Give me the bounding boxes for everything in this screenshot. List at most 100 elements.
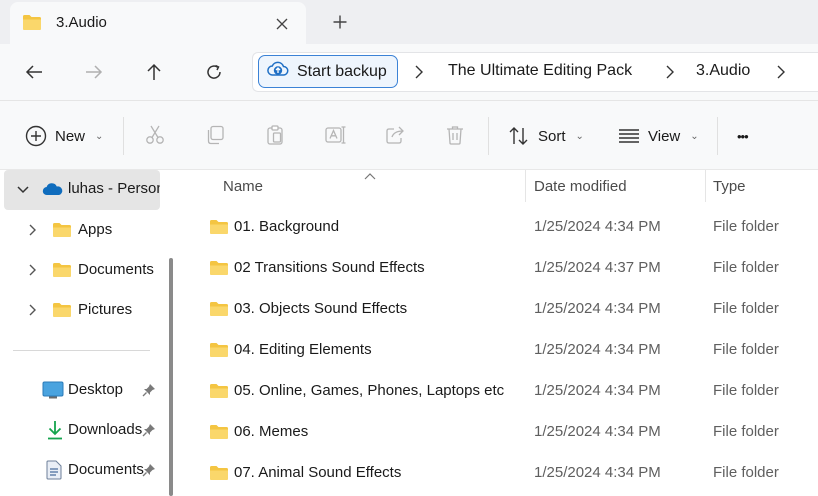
file-type: File folder [713,218,779,235]
file-date: 1/25/2024 4:34 PM [534,382,661,399]
tab-bar: 3.Audio [0,0,818,44]
chevron-right-icon[interactable] [26,303,40,317]
pin-icon[interactable] [142,423,156,441]
sidebar-item-label: Documents [78,261,154,278]
column-divider[interactable] [525,170,526,202]
sidebar-item-onedrive[interactable]: luhas - Personal [4,170,160,210]
file-row[interactable]: 05. Online, Games, Phones, Laptops etc 1/… [182,372,818,413]
file-date: 1/25/2024 4:34 PM [534,464,661,481]
sidebar-divider [13,350,150,351]
file-type: File folder [713,341,779,358]
address-bar[interactable]: Start backup The Ultimate Editing Pack 3… [252,52,818,92]
file-type: File folder [713,382,779,399]
chevron-down-icon: ⌄ [95,130,104,142]
folder-icon [52,302,72,322]
sidebar-item-desktop[interactable]: Desktop [4,370,160,410]
plus-circle-icon [25,125,47,147]
refresh-icon[interactable] [198,56,230,88]
file-type: File folder [713,300,779,317]
chevron-right-icon[interactable] [415,65,423,83]
sort-label: Sort [538,127,566,145]
sidebar-item-label: Pictures [78,301,133,318]
chevron-down-icon: ⌄ [690,130,699,142]
toolbar-divider [123,117,124,155]
new-button[interactable]: New ⌄ [25,121,103,151]
chevron-right-icon[interactable] [666,65,674,83]
breadcrumb-item[interactable]: The Ultimate Editing Pack [448,62,632,80]
file-date: 1/25/2024 4:34 PM [534,341,661,358]
tab-3-audio[interactable]: 3.Audio [10,2,306,44]
folder-icon [52,222,72,242]
sort-button[interactable]: Sort ⌄ [508,121,584,151]
file-row[interactable]: 02 Transitions Sound Effects 1/25/2024 4:… [182,249,818,290]
folder-icon [209,465,229,485]
cloud-upload-icon [267,60,289,83]
sidebar-item-apps[interactable]: Apps [4,210,160,250]
navigation-pane: luhas - Personal Apps Documents Pictures [0,170,180,496]
folder-icon [209,260,229,280]
toolbar-divider [488,117,489,155]
new-label: New [55,127,86,145]
start-backup-button[interactable]: Start backup [258,55,398,88]
document-icon [46,460,62,484]
chevron-right-icon[interactable] [26,263,40,277]
forward-arrow-icon[interactable] [78,56,110,88]
column-header-date[interactable]: Date modified [534,178,627,195]
file-row[interactable]: 04. Editing Elements 1/25/2024 4:34 PM Fil… [182,331,818,372]
share-icon[interactable] [383,123,407,147]
file-row[interactable]: 07. Animal Sound Effects 1/25/2024 4:34 P… [182,454,818,495]
breadcrumb-item[interactable]: 3.Audio [696,62,750,80]
pin-icon[interactable] [142,463,156,481]
sidebar-item-label: luhas - Personal [68,180,160,197]
chevron-right-icon[interactable] [26,223,40,237]
more-options-icon[interactable]: ••• [737,121,749,151]
back-arrow-icon[interactable] [18,56,50,88]
toolbar-divider [717,117,718,155]
command-bar: New ⌄ Sort ⌄ View ⌄ ••• [0,101,818,169]
tab-title: 3.Audio [56,14,107,31]
chevron-down-icon[interactable] [16,183,30,197]
view-label: View [648,127,681,145]
column-header-type[interactable]: Type [713,178,746,195]
file-name: 03. Objects Sound Effects [234,300,408,317]
sort-icon [509,127,528,145]
file-list: Name Date modified Type 01. Background 1/… [182,170,818,496]
folder-icon [209,424,229,444]
sidebar-item-documents[interactable]: Documents [4,250,160,290]
chevron-right-icon[interactable] [777,65,785,83]
view-button[interactable]: View ⌄ [618,121,699,151]
pin-icon[interactable] [142,383,156,401]
file-type: File folder [713,259,779,276]
column-header-name[interactable]: Name [223,178,263,195]
sidebar-item-pictures[interactable]: Pictures [4,290,160,330]
cut-icon[interactable] [143,123,167,147]
file-type: File folder [713,423,779,440]
file-row[interactable]: 01. Background 1/25/2024 4:34 PM File fold… [182,208,818,249]
address-row: Start backup The Ultimate Editing Pack 3… [0,44,818,100]
sidebar-scrollbar[interactable] [169,258,173,496]
copy-icon[interactable] [203,123,227,147]
up-arrow-icon[interactable] [138,56,170,88]
file-date: 1/25/2024 4:37 PM [534,259,661,276]
file-date: 1/25/2024 4:34 PM [534,300,661,317]
sidebar-item-documents-quick[interactable]: Documents [4,450,160,490]
file-row[interactable]: 06. Memes 1/25/2024 4:34 PM File folder [182,413,818,454]
file-type: File folder [713,464,779,481]
rename-icon[interactable] [323,123,347,147]
sidebar-item-label: Desktop [68,381,124,398]
close-icon[interactable] [268,10,296,38]
folder-icon [209,383,229,403]
folder-icon [52,262,72,282]
folder-icon [22,14,42,35]
start-backup-label: Start backup [297,62,387,80]
column-divider[interactable] [705,170,706,202]
sidebar-item-downloads[interactable]: Downloads [4,410,160,450]
file-name: 04. Editing Elements [234,341,372,358]
folder-icon [209,342,229,362]
file-name: 06. Memes [234,423,309,440]
paste-icon[interactable] [263,123,287,147]
file-row[interactable]: 03. Objects Sound Effects 1/25/2024 4:34 … [182,290,818,331]
sort-ascending-icon [364,168,376,184]
delete-icon[interactable] [443,123,467,147]
add-tab-icon[interactable] [326,8,354,36]
